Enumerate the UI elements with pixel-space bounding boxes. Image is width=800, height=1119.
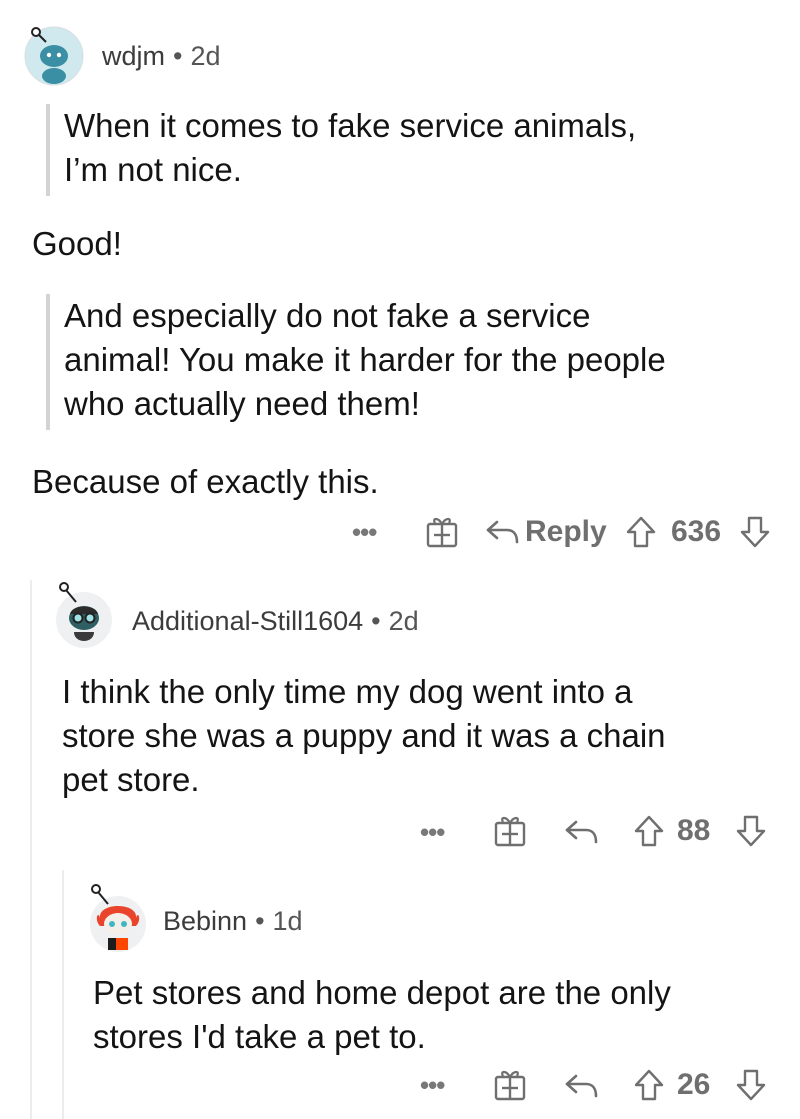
gift-award-icon[interactable] [424,515,460,549]
comment-text: Pet stores and home depot are the only [93,974,671,1011]
comment-text: Because of exactly this. [32,463,379,500]
downvote-arrow-icon[interactable] [738,515,772,549]
thread-line [30,580,32,1119]
avatar[interactable] [84,880,148,954]
reply-label: Reply [525,515,607,548]
username[interactable]: wdjm [102,41,165,71]
upvote-arrow-icon[interactable] [624,515,658,549]
username[interactable]: Additional-Still1604 [132,606,363,636]
avatar[interactable] [24,22,84,86]
comment-age: 2d [190,41,221,71]
quote-line: who actually need them! [64,385,420,422]
comment-actions: ••• [420,812,445,852]
quote-bar [46,294,50,430]
more-options-button[interactable]: ••• [420,1070,445,1101]
gift-award-icon[interactable] [492,1068,528,1102]
reply-arrow-icon[interactable] [564,1072,600,1100]
comment-age: 2d [388,606,419,636]
quote-line: When it comes to fake service animals, [64,107,637,144]
vote-score: 88 [677,814,711,847]
comment-text: pet store. [62,761,200,798]
more-options-button[interactable]: ••• [420,817,445,848]
reply-button[interactable]: Reply [485,512,607,552]
comment-text: Good! [32,225,122,262]
more-options-button[interactable]: ••• [352,517,377,548]
username[interactable]: Bebinn [163,906,247,936]
meta-separator: • [371,606,381,636]
comment-text: store she was a puppy and it was a chain [62,717,666,754]
comment-meta: Additional-Still1604 • 2d [132,605,419,637]
quote-line: And especially do not fake a service [64,297,591,334]
gift-award-icon[interactable] [492,814,528,848]
comment-age: 1d [272,906,303,936]
downvote-arrow-icon[interactable] [734,1068,768,1102]
comment-actions: ••• [352,512,377,552]
downvote-arrow-icon[interactable] [734,814,768,848]
meta-separator: • [173,41,183,71]
reply-arrow-icon [486,520,519,544]
upvote-arrow-icon[interactable] [632,1068,666,1102]
comment-actions: ••• [420,1065,445,1105]
vote-score: 26 [677,1068,711,1101]
quote-line: I’m not nice. [64,151,242,188]
comment-text: stores I'd take a pet to. [93,1018,426,1055]
comment-meta: Bebinn • 1d [163,905,303,937]
quote-line: animal! You make it harder for the peopl… [64,341,666,378]
upvote-arrow-icon[interactable] [632,814,666,848]
vote-score: 636 [671,515,722,548]
quote-bar [46,104,50,196]
comment-meta: wdjm • 2d [102,40,221,72]
meta-separator: • [255,906,265,936]
reply-arrow-icon[interactable] [564,818,600,846]
thread-line [62,870,64,1119]
comment-text: I think the only time my dog went into a [62,673,633,710]
avatar[interactable] [52,578,114,650]
